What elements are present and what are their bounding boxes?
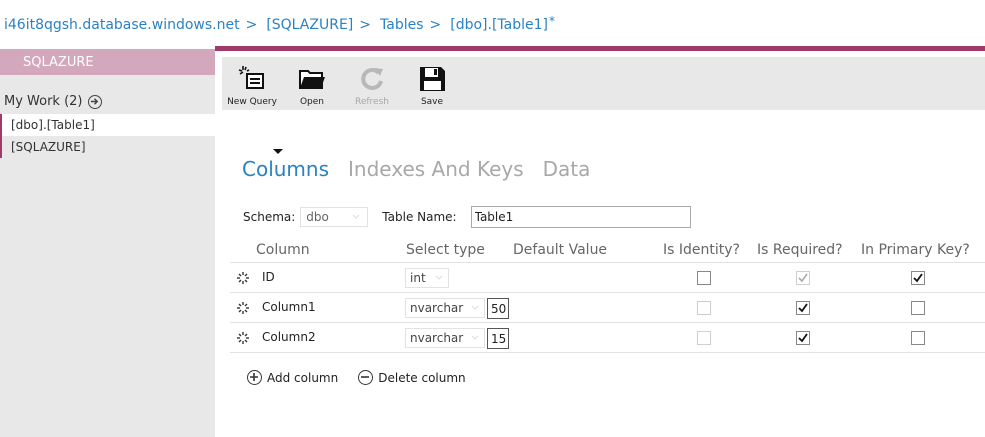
header-is-identity: Is Identity? xyxy=(663,242,740,258)
work-item-label: [SQLAZURE] xyxy=(11,140,86,154)
schema-select[interactable]: dbo xyxy=(300,207,369,227)
open-label: Open xyxy=(299,97,325,107)
column-name[interactable]: Column2 xyxy=(262,330,316,344)
work-item-table1[interactable]: [dbo].[Table1] xyxy=(0,114,215,136)
check-icon xyxy=(798,333,808,343)
breadcrumb-separator: > xyxy=(429,17,442,33)
header-column: Column xyxy=(256,242,310,258)
drag-handle-icon[interactable] xyxy=(236,331,250,345)
chevron-down-icon xyxy=(471,305,479,310)
sidebar: SQLAZURE My Work (2) [dbo].[Table1] [SQL… xyxy=(0,49,215,437)
table-name-input[interactable] xyxy=(470,206,691,228)
save-button[interactable]: Save xyxy=(402,57,462,110)
breadcrumb-separator: > xyxy=(359,17,371,33)
new-query-label: New Query xyxy=(227,97,277,107)
is-required-checkbox[interactable] xyxy=(796,331,810,345)
work-item-label: [dbo].[Table1] xyxy=(11,118,95,132)
type-value: nvarchar xyxy=(410,301,464,315)
new-query-button[interactable]: New Query xyxy=(222,57,282,110)
tab-indexes-and-keys[interactable]: Indexes And Keys xyxy=(348,157,524,181)
in-primary-key-checkbox[interactable] xyxy=(911,331,925,345)
length-input[interactable]: 15 xyxy=(487,328,509,349)
tab-data[interactable]: Data xyxy=(543,157,591,181)
minus-circle-icon xyxy=(358,370,374,385)
drag-handle-icon[interactable] xyxy=(236,301,250,315)
type-select[interactable]: int xyxy=(405,268,449,288)
check-icon xyxy=(798,303,808,313)
toolbar: New Query Open Refresh Save xyxy=(222,57,985,110)
tab-data-label: Data xyxy=(542,157,591,181)
tab-indexes-label: Indexes And Keys xyxy=(348,157,524,181)
tab-columns-label: Columns xyxy=(242,157,330,181)
length-value: 15 xyxy=(491,331,507,346)
in-primary-key-checkbox[interactable] xyxy=(911,301,925,315)
type-select[interactable]: nvarchar xyxy=(405,328,485,348)
unsaved-marker: * xyxy=(548,14,555,28)
type-select[interactable]: nvarchar xyxy=(405,298,485,318)
table-name-label: Table Name: xyxy=(382,210,457,224)
table-row: Column1 nvarchar 50 xyxy=(230,293,985,323)
type-value: int xyxy=(410,271,426,285)
delete-column-label: Delete column xyxy=(378,370,466,385)
check-icon xyxy=(798,273,808,283)
add-column-label: Add column xyxy=(267,370,339,385)
save-label: Save xyxy=(420,97,444,107)
work-list: [dbo].[Table1] [SQLAZURE] xyxy=(0,114,215,158)
length-input[interactable]: 50 xyxy=(487,298,509,319)
tab-columns[interactable]: Columns xyxy=(242,149,330,181)
plus-circle-icon xyxy=(247,370,262,385)
in-primary-key-checkbox[interactable] xyxy=(911,271,925,285)
delete-column-button[interactable]: Delete column xyxy=(358,370,466,385)
refresh-button[interactable]: Refresh xyxy=(342,57,402,110)
is-identity-checkbox[interactable] xyxy=(697,271,711,285)
breadcrumb-separator: > xyxy=(245,17,258,33)
is-required-checkbox[interactable] xyxy=(796,301,810,315)
header-default-value: Default Value xyxy=(513,242,608,258)
designer-tabs: Columns Indexes And Keys Data xyxy=(242,149,609,181)
schema-label: Schema: xyxy=(243,210,296,224)
add-column-button[interactable]: Add column xyxy=(247,370,338,385)
sidebar-header[interactable]: SQLAZURE xyxy=(0,49,215,75)
breadcrumb-tables[interactable]: Tables xyxy=(380,17,424,33)
chevron-down-icon xyxy=(435,275,443,280)
schema-row: Schema: dbo Table Name: xyxy=(243,206,691,228)
work-item-sqlazure[interactable]: [SQLAZURE] xyxy=(0,136,215,158)
tab-active-marker xyxy=(273,149,283,154)
column-actions: Add column Delete column xyxy=(247,370,486,385)
is-identity-checkbox[interactable] xyxy=(697,301,711,315)
folder-open-icon xyxy=(296,63,328,95)
new-query-icon xyxy=(236,63,268,95)
check-icon xyxy=(913,273,923,283)
header-in-primary-key: In Primary Key? xyxy=(861,242,970,258)
my-work[interactable]: My Work (2) xyxy=(4,94,102,109)
table-row: ID int xyxy=(230,263,985,293)
accent-bar xyxy=(215,46,985,51)
schema-value: dbo xyxy=(306,210,329,224)
type-value: nvarchar xyxy=(410,331,464,345)
breadcrumb-server[interactable]: i46it8qgsh.database.windows.net xyxy=(4,17,240,33)
arrow-right-icon[interactable] xyxy=(87,94,102,109)
is-identity-checkbox[interactable] xyxy=(697,331,711,345)
open-button[interactable]: Open xyxy=(282,57,342,110)
floppy-disk-icon xyxy=(416,63,448,95)
chevron-down-icon xyxy=(352,214,360,219)
drag-handle-icon[interactable] xyxy=(236,271,250,285)
table-row: Column2 nvarchar 15 xyxy=(230,323,985,353)
chevron-down-icon xyxy=(471,335,479,340)
column-name[interactable]: ID xyxy=(262,270,275,284)
columns-grid: Column Select type Default Value Is Iden… xyxy=(230,241,985,353)
is-required-checkbox[interactable] xyxy=(796,271,810,285)
header-is-required: Is Required? xyxy=(757,242,843,258)
refresh-icon xyxy=(356,63,388,95)
breadcrumb-database[interactable]: [SQLAZURE] xyxy=(266,17,353,33)
breadcrumb: i46it8qgsh.database.windows.net > [SQLAZ… xyxy=(4,14,555,35)
my-work-label: My Work (2) xyxy=(4,94,83,109)
column-name[interactable]: Column1 xyxy=(262,300,316,314)
refresh-label: Refresh xyxy=(355,97,389,107)
breadcrumb-table[interactable]: [dbo].[Table1] xyxy=(450,17,548,33)
grid-header: Column Select type Default Value Is Iden… xyxy=(230,241,985,263)
length-value: 50 xyxy=(491,301,507,316)
sidebar-header-label: SQLAZURE xyxy=(23,54,94,70)
header-select-type: Select type xyxy=(406,242,485,258)
